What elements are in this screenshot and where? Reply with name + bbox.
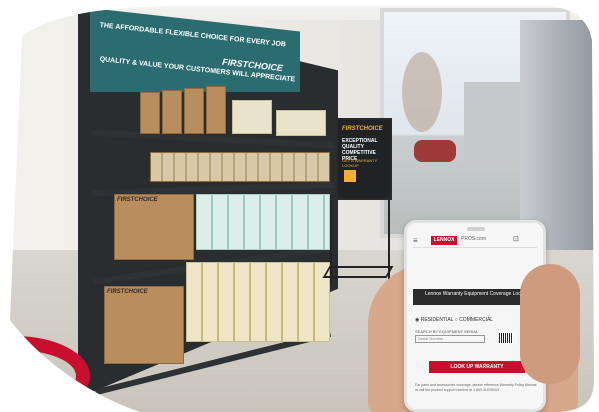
product-row — [150, 152, 330, 182]
product-fittings — [276, 110, 326, 136]
phone-browser-bar: ≡ LENNOX PROS.com ⊡ — [413, 235, 537, 248]
site-url: PROS.com — [461, 236, 487, 242]
phone-notch — [467, 227, 485, 231]
cart-icon[interactable]: ⊡ — [513, 235, 519, 243]
product-box — [162, 90, 182, 134]
barcode-scan-icon[interactable] — [499, 333, 513, 343]
store-photo: THE AFFORDABLE FLEXIBLE CHOICE FOR EVERY… — [0, 0, 599, 412]
menu-icon[interactable]: ≡ — [413, 236, 418, 245]
serial-field-label: SEARCH BY EQUIPMENT SERIAL — [415, 329, 479, 334]
building — [464, 82, 524, 162]
qr-code-icon — [344, 170, 356, 182]
fingers — [520, 264, 580, 384]
radio-residential-icon[interactable]: ◉ — [415, 317, 419, 323]
product-box — [184, 88, 204, 134]
radio-commercial-label: COMMERCIAL — [459, 317, 494, 323]
product-box-large: FIRSTCHOICE — [104, 286, 184, 364]
warranty-note: For parts and accessories coverage, plea… — [415, 383, 537, 392]
product-box-large: FIRSTCHOICE — [114, 194, 194, 260]
sign-stand-base — [322, 266, 394, 278]
box-brand-label: FIRSTCHOICE — [107, 289, 148, 295]
serial-number-input[interactable]: Serial Number — [415, 335, 485, 343]
product-row — [186, 262, 330, 342]
sign-small-text: GET A WARRANTY LOOKUP — [342, 158, 378, 168]
radio-residential-label: RESIDENTIAL — [420, 317, 454, 323]
radio-options[interactable]: ◉ RESIDENTIAL ○ COMMERCIAL — [415, 317, 493, 323]
lookup-warranty-button[interactable]: LOOK UP WARRANTY — [429, 361, 525, 373]
tree — [402, 52, 442, 132]
product-fittings — [232, 100, 272, 134]
parked-car — [414, 140, 456, 162]
promo-sign: FIRSTCHOICE EXCEPTIONAL QUALITY COMPETIT… — [336, 118, 392, 200]
box-brand-label: FIRSTCHOICE — [117, 197, 158, 203]
lennox-logo: LENNOX — [431, 236, 457, 245]
product-box — [140, 92, 160, 134]
warranty-banner: Lennox Warranty Equipment Coverage Looku… — [413, 289, 537, 305]
sign-brand: FIRSTCHOICE — [342, 126, 383, 132]
product-box — [206, 86, 226, 134]
radio-commercial-icon[interactable]: ○ — [455, 317, 458, 323]
product-row — [196, 194, 330, 250]
warranty-banner-title: Lennox Warranty Equipment Coverage Looku… — [425, 291, 530, 297]
